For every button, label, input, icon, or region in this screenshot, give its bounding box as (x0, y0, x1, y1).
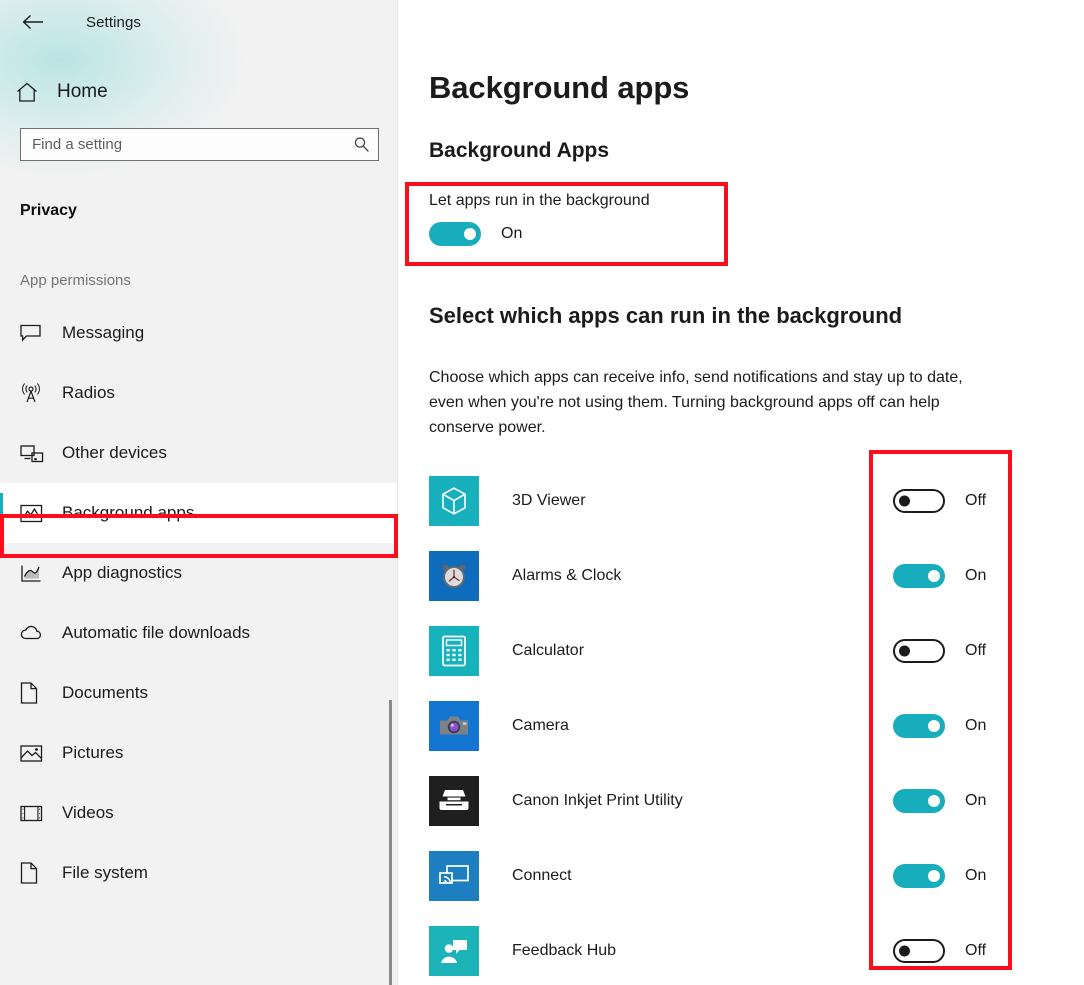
list-item: Feedback Hub Off (429, 913, 1069, 985)
sidebar-item-label: Pictures (62, 743, 124, 762)
app-toggle-switch[interactable] (893, 788, 945, 813)
home-icon (16, 82, 46, 103)
list-item: Camera On (429, 688, 1069, 763)
app-name: Camera (512, 716, 569, 734)
master-toggle-group: Let apps run in the background On (429, 192, 749, 246)
cast-screen-icon (429, 850, 479, 901)
list-item: Canon Inkjet Print Utility On (429, 763, 1069, 838)
list-item: Calculator Off (429, 613, 1069, 688)
back-arrow-icon (22, 14, 43, 30)
page-title: Background apps (429, 70, 690, 105)
sidebar-item-label: Videos (62, 803, 114, 822)
app-toggle-state: Off (965, 491, 987, 509)
calculator-icon (429, 625, 479, 676)
master-toggle-label: Let apps run in the background (429, 192, 650, 209)
app-toggle-state: On (965, 566, 987, 584)
title-bar: Settings (0, 0, 397, 44)
category-heading: Privacy (20, 202, 77, 219)
list-item: Connect On (429, 838, 1069, 913)
select-apps-heading: Select which apps can run in the backgro… (429, 303, 903, 328)
feedback-person-icon (429, 925, 479, 976)
radio-tower-icon (20, 382, 50, 404)
toggle-knob (464, 228, 476, 240)
app-toggle-switch[interactable] (893, 863, 945, 888)
message-bubble-icon (20, 324, 50, 342)
app-name: Feedback Hub (512, 941, 617, 959)
sidebar-item-radios[interactable]: Radios (0, 363, 397, 423)
camera-icon (429, 700, 479, 751)
background-apps-list: 3D Viewer Off Alarms & Clock On Calculat… (429, 463, 1069, 985)
app-name: Alarms & Clock (512, 566, 622, 584)
sidebar-item-label: Documents (62, 683, 148, 702)
toggle-knob (928, 869, 940, 882)
app-toggle-switch[interactable] (893, 713, 945, 738)
sidebar-item-label: Automatic file downloads (62, 623, 251, 642)
search-box[interactable] (20, 128, 379, 161)
settings-sidebar: Settings Home Privacy App permissions (0, 0, 397, 985)
nav-group-label: App permissions (20, 272, 131, 289)
diagnostics-icon (20, 564, 50, 583)
cloud-icon (20, 625, 50, 641)
app-toggle-state: On (965, 866, 987, 884)
toggle-knob (928, 794, 940, 807)
master-toggle-switch[interactable] (429, 222, 481, 246)
window-title: Settings (86, 13, 141, 31)
sidebar-item-pictures[interactable]: Pictures (0, 723, 397, 783)
back-button[interactable] (13, 7, 53, 37)
sidebar-nav-list: Messaging Radios Other devices Backgroun… (0, 303, 397, 903)
app-toggle-switch[interactable] (893, 938, 945, 963)
toggle-knob (899, 495, 910, 506)
app-toggle-switch[interactable] (893, 563, 945, 588)
sidebar-item-label: Background apps (62, 503, 195, 522)
sidebar-item-automatic-file-downloads[interactable]: Automatic file downloads (0, 603, 397, 663)
sidebar-item-app-diagnostics[interactable]: App diagnostics (0, 543, 397, 603)
app-name: Connect (512, 866, 572, 884)
sidebar-item-documents[interactable]: Documents (0, 663, 397, 723)
app-name: Canon Inkjet Print Utility (512, 791, 683, 809)
picture-icon (20, 744, 50, 763)
sidebar-item-label: File system (62, 863, 148, 882)
chart-window-icon (20, 504, 50, 523)
search-icon[interactable] (349, 136, 370, 153)
video-icon (20, 805, 50, 822)
app-name: 3D Viewer (512, 491, 586, 509)
app-toggle-state: Off (965, 641, 987, 659)
sidebar-item-label: Other devices (62, 443, 167, 462)
sidebar-item-background-apps[interactable]: Background apps (0, 483, 397, 543)
devices-icon (20, 444, 50, 463)
app-toggle-state: On (965, 716, 987, 734)
document-icon (20, 682, 50, 704)
list-item: 3D Viewer Off (429, 463, 1069, 538)
section-title: Background Apps (429, 139, 610, 162)
app-toggle-switch[interactable] (893, 488, 945, 513)
sidebar-item-file-system[interactable]: File system (0, 843, 397, 903)
cube-icon (429, 475, 479, 526)
toggle-knob (899, 945, 910, 956)
home-label: Home (57, 81, 108, 102)
printer-icon (429, 775, 479, 826)
sidebar-item-label: Messaging (62, 323, 145, 342)
sidebar-item-label: Radios (62, 383, 115, 402)
master-toggle-state: On (501, 225, 523, 242)
main-content: Background apps Background Apps Let apps… (398, 0, 1084, 985)
app-toggle-state: On (965, 791, 987, 809)
app-toggle-state: Off (965, 941, 987, 959)
toggle-knob (928, 719, 940, 732)
toggle-knob (928, 569, 940, 582)
toggle-knob (899, 645, 910, 656)
sidebar-item-videos[interactable]: Videos (0, 783, 397, 843)
sidebar-item-other-devices[interactable]: Other devices (0, 423, 397, 483)
sidebar-scrollbar-thumb[interactable] (389, 700, 392, 985)
alarm-clock-icon (429, 550, 479, 601)
list-item: Alarms & Clock On (429, 538, 1069, 613)
sidebar-item-messaging[interactable]: Messaging (0, 303, 397, 363)
select-apps-description: Choose which apps can receive info, send… (429, 369, 963, 436)
sidebar-item-home[interactable]: Home (0, 66, 397, 118)
search-input[interactable] (32, 136, 349, 153)
sidebar-item-label: App diagnostics (62, 563, 183, 582)
document-icon (20, 862, 50, 884)
app-name: Calculator (512, 641, 585, 659)
app-toggle-switch[interactable] (893, 638, 945, 663)
